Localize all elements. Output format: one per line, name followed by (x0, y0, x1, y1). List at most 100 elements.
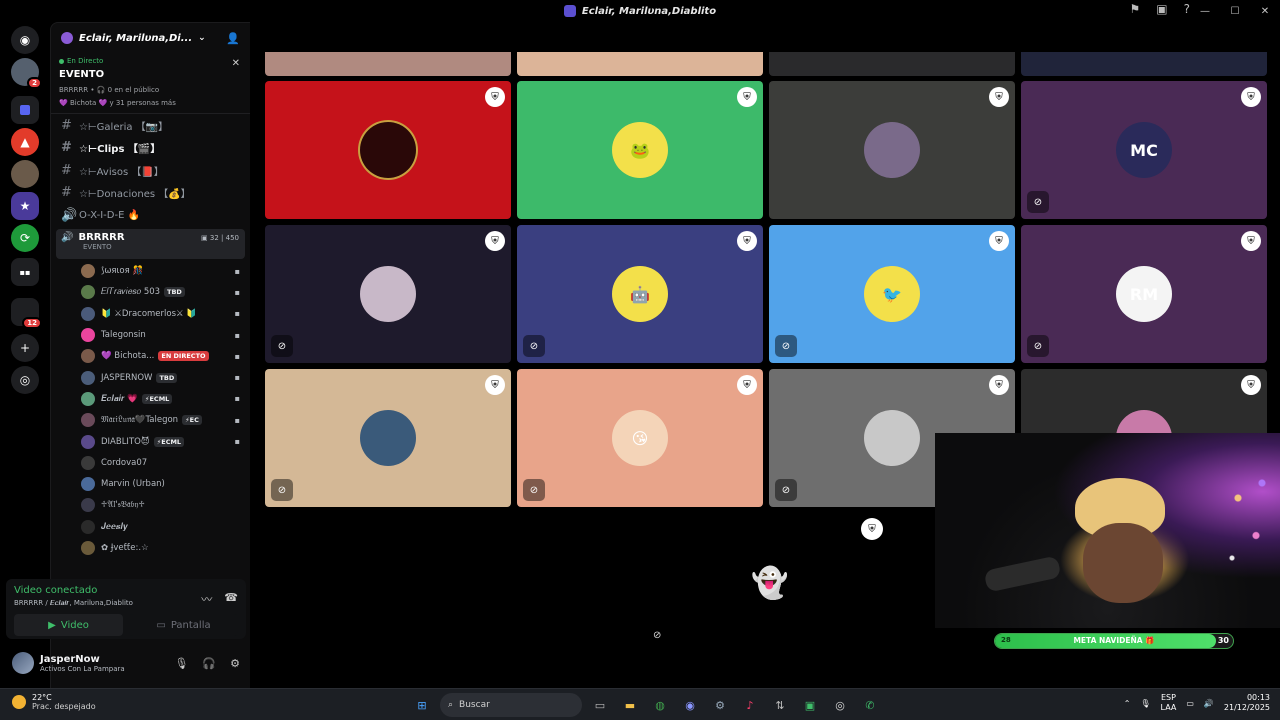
channel-item[interactable]: # ☆⊢Donaciones 【💰】 (51, 182, 250, 205)
language-indicator[interactable]: ESP LAA (1161, 693, 1177, 713)
screen-share-button[interactable]: ▭ Pantalla (129, 614, 238, 636)
participant-tile[interactable]: 😘 ⛨ ⊘ (517, 369, 763, 507)
participant-tile[interactable] (517, 52, 763, 76)
event-card[interactable]: En Directo EVENTO BRRRRR • 🎧 0 en el púb… (51, 53, 250, 114)
minimize-button[interactable]: — (1190, 6, 1220, 17)
voice-member[interactable]: Talegonsin ▪ (51, 324, 250, 345)
channel-item[interactable]: 🔊 O-X-I-D-E 🔥 (51, 204, 250, 227)
microphone-icon[interactable]: 🎙 (174, 657, 188, 670)
participant-tile[interactable] (265, 52, 511, 76)
voice-member[interactable]: 𝔐𝔞𝔯𝔦𝔏𝔲𝔫𝔞🖤Talegon ⚡EC ▪ (51, 410, 250, 431)
participant-tile[interactable]: 🐸 ⛨ (517, 81, 763, 219)
close-button[interactable]: ✕ (1250, 6, 1280, 17)
obs-icon[interactable]: ◎ (828, 693, 852, 717)
shield-icon[interactable]: ⛨ (989, 375, 1009, 395)
discord-home-icon[interactable]: ◉ (11, 26, 39, 54)
participant-tile[interactable]: ⛨ (265, 81, 511, 219)
participant-avatar: 😘 (612, 410, 668, 466)
waveform-icon[interactable]: 〰 (201, 591, 212, 607)
voice-member[interactable]: DIABLITO😈 ⚡ECML ▪ (51, 431, 250, 452)
chevron-up-icon[interactable]: ⌃ (1124, 699, 1131, 708)
folder-icon[interactable] (11, 96, 39, 124)
task-view-icon[interactable]: ▭ (588, 693, 612, 717)
shield-icon[interactable]: ⛨ (737, 87, 757, 107)
participant-tile[interactable] (769, 52, 1015, 76)
participant-tile[interactable]: ⛨ (769, 81, 1015, 219)
participant-tile[interactable] (1021, 52, 1267, 76)
headphones-icon[interactable]: 🎧 (202, 657, 216, 670)
voice-member[interactable]: Marvin (Urban) (51, 473, 250, 494)
server-folder-2-icon[interactable]: 12 (11, 298, 42, 329)
app-2-icon[interactable]: ▣ (798, 693, 822, 717)
network-icon[interactable]: ▭ (1186, 699, 1194, 708)
tiktok-icon[interactable]: ♪ (738, 693, 762, 717)
volume-icon[interactable]: 🔊 (1204, 699, 1214, 708)
server-2-icon[interactable] (11, 160, 39, 188)
screen-icon[interactable]: ▣ (1156, 2, 1167, 16)
server-header[interactable]: Eclair, Marilυna,Di... ⌄ 👤 (51, 23, 250, 53)
shield-icon[interactable]: ⛨ (1241, 231, 1261, 251)
channel-item[interactable]: # ☆⊢Clips 【🎬】 (51, 137, 250, 160)
voice-member[interactable]: 💜 Bichota... EN DIRECTO ▪ (51, 346, 250, 367)
video-button[interactable]: ▶ Video (14, 614, 123, 636)
participant-tile[interactable]: MC ⛨ ⊘ (1021, 81, 1267, 219)
close-icon[interactable]: ✕ (232, 58, 240, 69)
member-name: ⟆ωяιoя 🎊 (101, 266, 144, 277)
shield-icon[interactable]: ⛨ (485, 375, 505, 395)
shield-icon[interactable]: ⛨ (737, 231, 757, 251)
shield-icon[interactable]: ⛨ (485, 231, 505, 251)
avatar[interactable] (12, 652, 34, 674)
inbox-icon[interactable]: ⚑ (1130, 2, 1141, 16)
voice-member[interactable]: ✿ Ɉveƭƭe:.☆ (51, 537, 250, 558)
voice-member[interactable]: 𝑬𝒄𝒍𝒂𝒊𝒓 💗 ⚡ECML ▪ (51, 388, 250, 409)
voice-member[interactable]: 🔰 ⚔Dracomerlos⚔ 🔰 ▪ (51, 303, 250, 324)
participant-tile[interactable]: 🐦 ⛨ ⊘ (769, 225, 1015, 363)
mic-tray-icon[interactable]: 🎙 (1140, 699, 1150, 708)
speaker-icon: 🔊 (61, 231, 74, 243)
windows-start-icon[interactable]: ⊞ (410, 693, 434, 717)
shield-icon[interactable]: ⛨ (485, 87, 505, 107)
shield-icon[interactable]: ⛨ (737, 375, 757, 395)
shield-icon[interactable]: ⛨ (1241, 375, 1261, 395)
dm-avatar[interactable]: 2 (11, 58, 42, 89)
app-icon[interactable]: ⇅ (768, 693, 792, 717)
active-server-icon[interactable]: ★ (11, 192, 39, 220)
shield-icon[interactable]: ⛨ (989, 231, 1009, 251)
discover-icon[interactable]: ◎ (11, 366, 39, 394)
channel-item[interactable]: # ☆⊢Avisos 【📕】 (51, 159, 250, 182)
ghost-tile[interactable]: ⛨ 👻 ⊘ (635, 512, 895, 652)
server-3-icon[interactable]: ⟳ (11, 224, 39, 252)
disconnect-icon[interactable]: ☎ (224, 591, 238, 607)
whatsapp-icon[interactable]: ✆ (858, 693, 882, 717)
participant-tile[interactable]: RM ⛨ ⊘ (1021, 225, 1267, 363)
channel-name: O-X-I-D-E 🔥 (79, 209, 141, 221)
add-server-icon[interactable]: + (11, 334, 39, 362)
weather-widget[interactable]: 22°C Prac. despejado (12, 693, 96, 711)
server-1-icon[interactable]: ▲ (11, 128, 39, 156)
participant-tile[interactable]: 🤖 ⛨ ⊘ (517, 225, 763, 363)
voice-member[interactable]: JASPERNOW TBD ▪ (51, 367, 250, 388)
voice-member[interactable]: 𝑱𝒆𝒆𝒔𝒍𝒚 (51, 516, 250, 537)
server-folder-icon[interactable]: ▪▪ (11, 258, 39, 286)
participant-tile[interactable]: ⛨ ⊘ (265, 369, 511, 507)
channel-item[interactable]: # ☆⊢Galeria 【📷】 (51, 114, 250, 137)
voice-member[interactable]: 𝐸𝑙𝑇𝑟𝑎𝑣𝑖𝑒𝑠𝑜 503 TBD ▪ (51, 282, 250, 303)
participant-tile[interactable]: ⛨ ⊘ (265, 225, 511, 363)
hash-icon: # (61, 117, 72, 133)
maximize-button[interactable]: ☐ (1220, 6, 1250, 17)
taskbar-search[interactable]: ⌕ Buscar (440, 693, 582, 717)
shield-icon[interactable]: ⛨ (1241, 87, 1261, 107)
file-explorer-icon[interactable]: ▬ (618, 693, 642, 717)
shield-icon[interactable]: ⛨ (989, 87, 1009, 107)
shield-icon[interactable]: ⛨ (861, 518, 883, 540)
voice-member[interactable]: ♱𝔄𝔩'𝔰𝔅𝔞𝔟𝔶♱ (51, 495, 250, 516)
clock[interactable]: 00:13 21/12/2025 (1224, 693, 1270, 713)
invite-icon[interactable]: 👤 (226, 32, 240, 45)
chrome-icon[interactable]: ◍ (648, 693, 672, 717)
voice-member[interactable]: Cordova07 (51, 452, 250, 473)
steam-icon[interactable]: ⚙ (708, 693, 732, 717)
voice-member[interactable]: ⟆ωяιoя 🎊 ▪ (51, 261, 250, 282)
discord-app-icon[interactable]: ◉ (678, 693, 702, 717)
voice-channel-active[interactable]: 🔊 BRRRRR EVENTO ▣ 32 | 450 (56, 228, 245, 259)
gear-icon[interactable]: ⚙ (230, 657, 240, 670)
